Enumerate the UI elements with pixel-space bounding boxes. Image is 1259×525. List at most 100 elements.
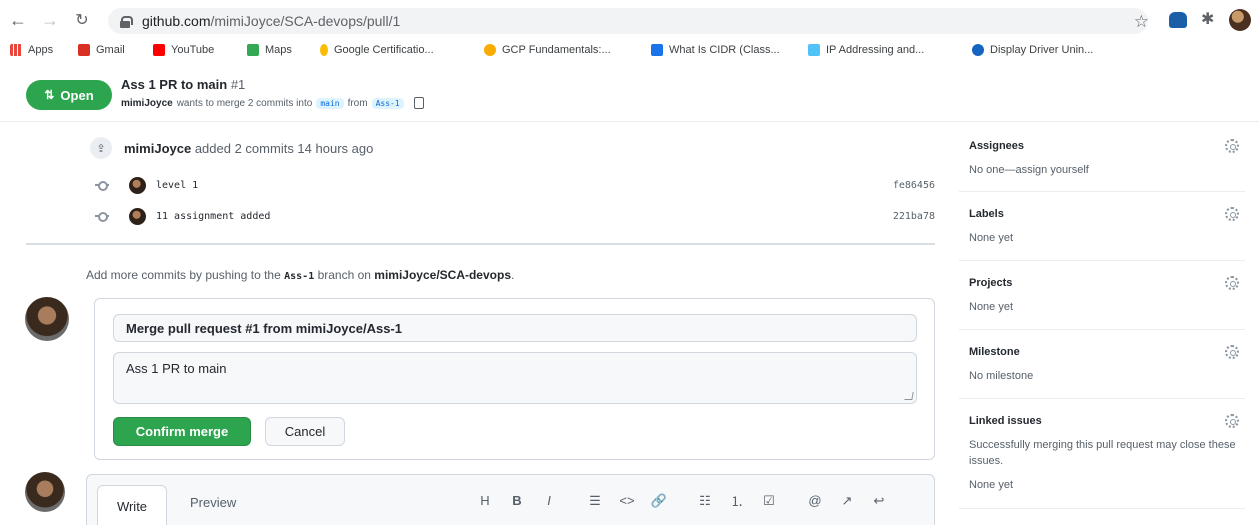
- commit-message[interactable]: level 1: [156, 180, 198, 191]
- sidebar-milestone: Milestone No milestone: [959, 330, 1245, 399]
- markdown-toolbar: H B I ☰ <> 🔗 ☷ ⒈ ☑ @ ↗ ↩: [469, 491, 895, 510]
- event-actor[interactable]: mimiJoyce: [124, 141, 191, 156]
- merge-commit-title-input[interactable]: Merge pull request #1 from mimiJoyce/Ass…: [113, 314, 917, 342]
- bulleted-list-icon[interactable]: ☷: [689, 493, 721, 509]
- bookmark-google-cert[interactable]: Google Certificatio...: [320, 44, 434, 56]
- gear-icon[interactable]: [1225, 276, 1239, 290]
- gmail-icon: [78, 44, 90, 56]
- lock-icon: [120, 15, 133, 28]
- pr-meta: mimiJoyce wants to merge 2 commits into …: [121, 97, 424, 109]
- bookmark-ddu[interactable]: Display Driver Unin...: [972, 44, 1093, 56]
- numbered-list-icon[interactable]: ⒈: [721, 491, 753, 510]
- profile-avatar[interactable]: [1229, 9, 1251, 31]
- avatar[interactable]: [25, 472, 65, 512]
- bookmarks-bar: Apps Gmail YouTube Maps Google Certifica…: [0, 40, 1259, 62]
- google-cert-icon: [320, 44, 328, 56]
- sidebar-projects: Projects None yet: [959, 261, 1245, 330]
- bookmark-gcp[interactable]: GCP Fundamentals:...: [484, 44, 611, 56]
- repo-push-icon: ⇪: [90, 137, 112, 159]
- sidebar-assignees: Assignees No one—assign yourself: [959, 130, 1245, 192]
- bookmark-cidr[interactable]: What Is CIDR (Class...: [651, 44, 780, 56]
- sidebar-value: None yet: [969, 232, 1014, 244]
- browser-toolbar: ← → ↻ github.com/mimiJoyce/SCA-devops/pu…: [0, 0, 1259, 40]
- tab-write[interactable]: Write: [97, 485, 167, 525]
- commit-sha[interactable]: fe86456: [893, 180, 935, 191]
- merge-commit-body-input[interactable]: Ass 1 PR to main: [113, 352, 917, 404]
- pr-header: ⇅ Open Ass 1 PR to main #1 mimiJoyce wan…: [0, 70, 1259, 122]
- gear-icon[interactable]: [1225, 345, 1239, 359]
- git-commit-icon: [95, 211, 109, 222]
- extensions-puzzle-icon[interactable]: ✱: [1201, 9, 1219, 28]
- cidr-icon: [651, 44, 663, 56]
- cancel-button[interactable]: Cancel: [265, 417, 345, 446]
- bookmark-gmail[interactable]: Gmail: [78, 44, 125, 56]
- task-list-icon[interactable]: ☑: [753, 493, 785, 509]
- ip-icon: [808, 44, 820, 56]
- timeline-divider: [26, 243, 935, 245]
- pr-state-badge: ⇅ Open: [26, 80, 112, 110]
- quote-icon[interactable]: ☰: [579, 493, 611, 509]
- avatar[interactable]: [129, 176, 146, 194]
- repo-link[interactable]: mimiJoyce/SCA-devops: [374, 268, 511, 282]
- sidebar-heading[interactable]: Milestone: [969, 346, 1020, 358]
- sidebar-value: Successfully merging this pull request m…: [969, 439, 1236, 467]
- merge-box: Merge pull request #1 from mimiJoyce/Ass…: [94, 298, 935, 460]
- gear-icon[interactable]: [1225, 414, 1239, 428]
- sidebar-linked-issues: Linked issues Successfully merging this …: [959, 399, 1245, 509]
- code-icon[interactable]: <>: [611, 493, 643, 508]
- comment-editor: Write Preview H B I ☰ <> 🔗 ☷ ⒈ ☑ @ ↗ ↩: [86, 474, 935, 525]
- apps-grid-icon: [10, 44, 22, 56]
- confirm-merge-button[interactable]: Confirm merge: [113, 417, 251, 446]
- mention-icon[interactable]: @: [799, 493, 831, 508]
- extension-icon[interactable]: [1169, 12, 1187, 28]
- copy-icon[interactable]: [413, 97, 424, 109]
- commit-row: 11 assignment added 221ba78: [95, 206, 935, 226]
- ddu-icon: [972, 44, 984, 56]
- sidebar-value[interactable]: No one—assign yourself: [969, 162, 1239, 178]
- push-hint: Add more commits by pushing to the Ass-1…: [86, 268, 515, 282]
- sidebar-heading[interactable]: Linked issues: [969, 415, 1042, 427]
- cross-reference-icon[interactable]: ↗: [831, 493, 863, 509]
- sidebar-labels: Labels None yet: [959, 192, 1245, 261]
- bookmark-maps[interactable]: Maps: [247, 44, 292, 56]
- bookmark-ip[interactable]: IP Addressing and...: [808, 44, 924, 56]
- italic-icon[interactable]: I: [533, 493, 565, 508]
- gear-icon[interactable]: [1225, 139, 1239, 153]
- heading-icon[interactable]: H: [469, 493, 501, 508]
- gear-icon[interactable]: [1225, 207, 1239, 221]
- avatar[interactable]: [25, 297, 69, 341]
- bookmark-star-icon[interactable]: ☆: [1134, 12, 1149, 32]
- url-text: github.com/mimiJoyce/SCA-devops/pull/1: [142, 13, 401, 29]
- avatar[interactable]: [129, 207, 146, 225]
- base-branch[interactable]: main: [316, 97, 344, 109]
- git-commit-icon: [95, 180, 109, 191]
- back-arrow-icon[interactable]: ←: [8, 10, 28, 30]
- pull-request-icon: ⇅: [44, 88, 55, 102]
- commit-message[interactable]: 11 assignment added: [156, 211, 270, 222]
- tab-preview[interactable]: Preview: [190, 495, 236, 510]
- sidebar-heading[interactable]: Assignees: [969, 140, 1024, 152]
- sidebar-value: No milestone: [969, 370, 1034, 382]
- resize-grip-icon[interactable]: [904, 392, 914, 400]
- gcp-icon: [484, 44, 496, 56]
- pr-author-link[interactable]: mimiJoyce: [121, 98, 173, 109]
- head-branch[interactable]: Ass-1: [371, 97, 404, 109]
- sidebar-value: None yet: [969, 301, 1014, 313]
- link-icon[interactable]: 🔗: [643, 493, 675, 509]
- saved-replies-icon[interactable]: ↩: [863, 493, 895, 509]
- commits-event: ⇪ mimiJoyce added 2 commits 14 hours ago: [90, 137, 373, 159]
- commit-sha[interactable]: 221ba78: [893, 211, 935, 222]
- forward-arrow-icon[interactable]: →: [40, 10, 60, 30]
- sidebar-value: None yet: [969, 479, 1014, 491]
- youtube-icon: [153, 44, 165, 56]
- address-bar[interactable]: github.com/mimiJoyce/SCA-devops/pull/1: [108, 8, 1148, 34]
- pr-title: Ass 1 PR to main #1: [121, 77, 246, 92]
- sidebar-heading[interactable]: Labels: [969, 208, 1004, 220]
- maps-icon: [247, 44, 259, 56]
- reload-icon[interactable]: ↻: [72, 10, 92, 30]
- bookmark-apps[interactable]: Apps: [10, 44, 53, 56]
- bold-icon[interactable]: B: [501, 493, 533, 508]
- commit-row: level 1 fe86456: [95, 175, 935, 195]
- sidebar-heading[interactable]: Projects: [969, 277, 1012, 289]
- bookmark-youtube[interactable]: YouTube: [153, 44, 214, 56]
